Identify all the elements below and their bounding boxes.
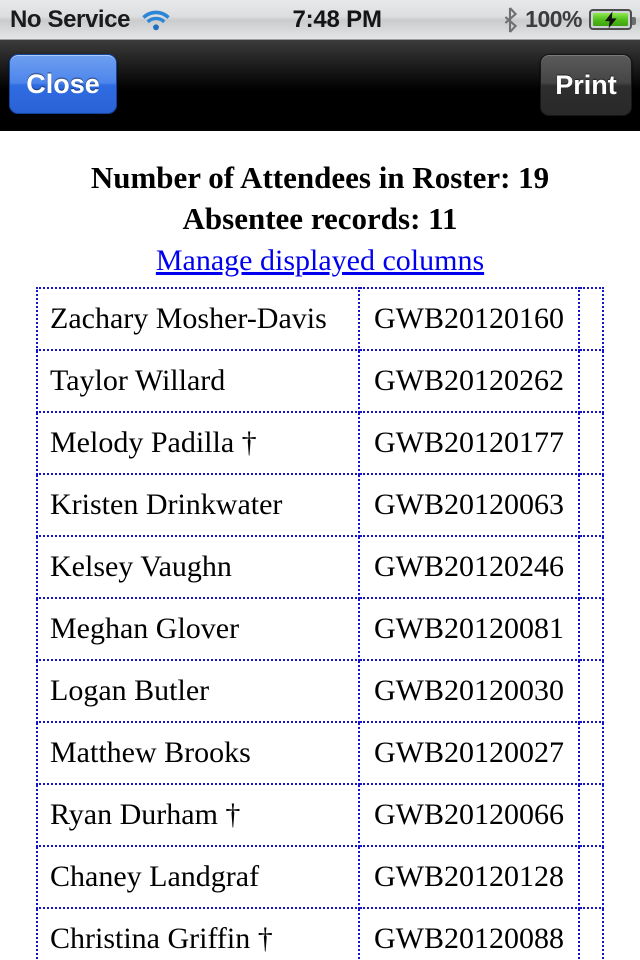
attendee-extra-cell [578, 658, 604, 723]
table-row[interactable]: Zachary Mosher-Davis GWB20120160 [36, 286, 604, 351]
attendee-name-cell: Christina Griffin † [36, 906, 360, 960]
status-bar-right: 100% [503, 6, 640, 33]
attendee-extra-cell [578, 286, 604, 351]
table-row[interactable]: Taylor Willard GWB20120262 [36, 348, 604, 413]
wifi-icon [141, 8, 171, 32]
main-content: Number of Attendees in Roster: 19 Absent… [0, 132, 640, 960]
absentee-count-heading: Absentee records: 11 [182, 200, 458, 236]
attendee-extra-cell [578, 410, 604, 475]
table-row[interactable]: Christina Griffin † GWB20120088 [36, 906, 604, 960]
attendee-extra-cell [578, 906, 604, 960]
attendee-id-cell: GWB20120160 [358, 286, 580, 351]
manage-displayed-columns-link[interactable]: Manage displayed columns [156, 244, 484, 277]
close-button[interactable]: Close [9, 54, 117, 114]
attendees-count-heading: Number of Attendees in Roster: 19 [90, 160, 550, 195]
attendee-extra-cell [578, 534, 604, 599]
attendee-name-cell: Taylor Willard [36, 348, 360, 413]
app-screen: No Service 7:48 PM 100% Close Print Numb… [0, 0, 640, 960]
attendee-extra-cell [578, 844, 604, 909]
roster-table-body: Zachary Mosher-Davis GWB20120160 Taylor Wi… [36, 286, 604, 960]
attendee-id-cell: GWB20120246 [358, 534, 580, 599]
carrier-label: No Service [10, 5, 131, 33]
clock-label: 7:48 PM [292, 5, 382, 33]
status-bar-left: No Service [0, 5, 171, 33]
table-row[interactable]: Chaney Landgraf GWB20120128 [36, 844, 604, 909]
attendee-name-cell: Matthew Brooks [36, 720, 360, 785]
status-bar-center: 7:48 PM [171, 6, 503, 34]
attendee-extra-cell [578, 720, 604, 785]
attendee-name-cell: Zachary Mosher-Davis [36, 286, 360, 351]
attendee-id-cell: GWB20120088 [358, 906, 580, 960]
table-row[interactable]: Ryan Durham † GWB20120066 [36, 782, 604, 847]
battery-percent-label: 100% [525, 6, 582, 32]
table-row[interactable]: Kelsey Vaughn GWB20120246 [36, 534, 604, 599]
attendee-id-cell: GWB20120030 [358, 658, 580, 723]
attendee-name-cell: Ryan Durham † [36, 782, 360, 847]
attendee-id-cell: GWB20120066 [358, 782, 580, 847]
attendee-extra-cell [578, 472, 604, 537]
attendee-extra-cell [578, 596, 604, 661]
navigation-toolbar: Close Print [0, 40, 640, 131]
attendee-extra-cell [578, 782, 604, 847]
battery-charging-icon [589, 9, 636, 30]
attendee-name-cell: Meghan Glover [36, 596, 360, 661]
attendee-id-cell: GWB20120081 [358, 596, 580, 661]
attendee-name-cell: Kelsey Vaughn [36, 534, 360, 599]
attendee-id-cell: GWB20120063 [358, 472, 580, 537]
attendee-name-cell: Logan Butler [36, 658, 360, 723]
attendee-id-cell: GWB20120027 [358, 720, 580, 785]
table-row[interactable]: Matthew Brooks GWB20120027 [36, 720, 604, 785]
attendee-id-cell: GWB20120177 [358, 410, 580, 475]
attendee-name-cell: Melody Padilla † [36, 410, 360, 475]
print-button[interactable]: Print [540, 54, 632, 116]
table-row[interactable]: Meghan Glover GWB20120081 [36, 596, 604, 661]
bluetooth-icon [503, 6, 518, 33]
attendee-id-cell: GWB20120128 [358, 844, 580, 909]
table-row[interactable]: Kristen Drinkwater GWB20120063 [36, 472, 604, 537]
attendee-id-cell: GWB20120262 [358, 348, 580, 413]
status-bar: No Service 7:48 PM 100% [0, 0, 640, 40]
table-row[interactable]: Logan Butler GWB20120030 [36, 658, 604, 723]
attendee-extra-cell [578, 348, 604, 413]
manage-columns-row: Manage displayed columns [0, 244, 640, 278]
roster-table: Zachary Mosher-Davis GWB20120160 Taylor Wi… [36, 286, 604, 960]
attendee-name-cell: Kristen Drinkwater [36, 472, 360, 537]
attendee-name-cell: Chaney Landgraf [36, 844, 360, 909]
table-row[interactable]: Melody Padilla † GWB20120177 [36, 410, 604, 475]
